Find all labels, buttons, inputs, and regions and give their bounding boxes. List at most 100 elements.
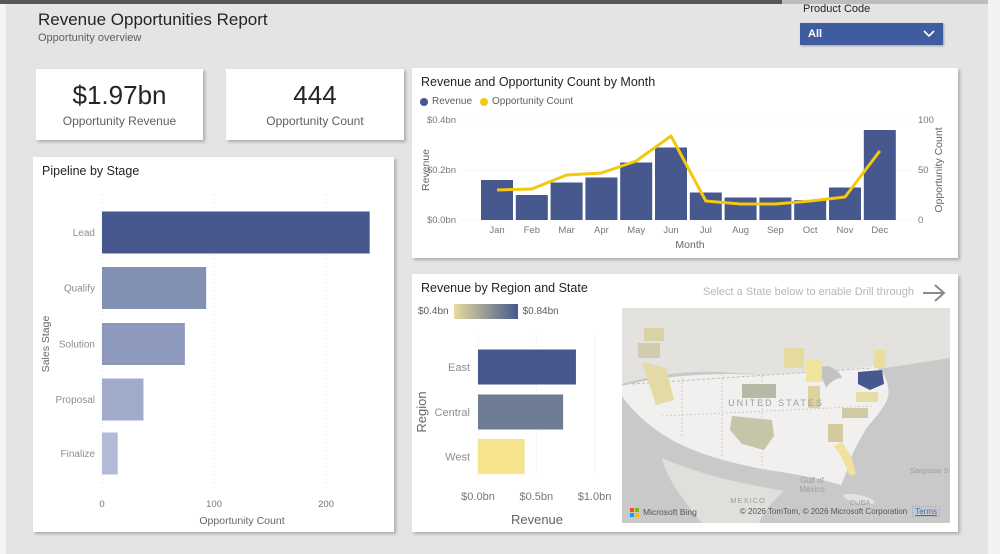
y-axis-title: Sales Stage [40, 316, 52, 373]
kpi-card-count: 444 Opportunity Count [226, 69, 404, 140]
month-label: May [627, 225, 645, 236]
revenue-bar-dec[interactable] [864, 130, 896, 220]
gradient-bar [454, 304, 518, 319]
pipeline-bar-finalize[interactable] [102, 433, 118, 475]
right-tick-label: 0 [918, 215, 923, 226]
category-label: Central [435, 407, 470, 419]
right-axis-title: Opportunity Count [933, 127, 945, 212]
revenue-bar-apr[interactable] [585, 178, 617, 221]
pipeline-chart-card: Pipeline by Stage 0 100 200 Lead Qualify Solu… [33, 157, 394, 532]
x-tick-label: $0.0bn [461, 491, 495, 503]
dropdown-selected-value: All [808, 28, 822, 40]
left-edge [0, 4, 6, 554]
left-tick-label: $0.4bn [427, 115, 456, 126]
gradient-min-label: $0.4bn [418, 306, 449, 317]
product-code-dropdown[interactable]: All [800, 23, 943, 45]
kpi-card-revenue: $1.97bn Opportunity Revenue [36, 69, 203, 140]
month-chart-legend: Revenue Opportunity Count [420, 96, 581, 107]
x-axis-title: Opportunity Count [199, 515, 284, 527]
category-label: Qualify [64, 284, 95, 295]
region-chart-title: Revenue by Region and State [421, 281, 588, 295]
revenue-bar-feb[interactable] [516, 195, 548, 220]
gradient-legend: $0.4bn $0.84bn [418, 304, 559, 319]
revenue-bar-sep[interactable] [759, 198, 791, 221]
bing-logo[interactable]: Microsoft Bing [630, 507, 697, 517]
pipeline-bar-solution[interactable] [102, 323, 185, 365]
revenue-legend-dot-icon [420, 98, 428, 106]
kpi-count-label: Opportunity Count [266, 114, 363, 128]
pipeline-chart-title: Pipeline by Stage [42, 164, 139, 178]
month-label: Sep [767, 225, 784, 236]
category-label: Solution [59, 340, 95, 351]
revenue-bar-aug[interactable] [725, 198, 757, 221]
gradient-max-label: $0.84bn [523, 306, 559, 317]
top-edge [0, 0, 782, 4]
month-label: Feb [524, 225, 540, 236]
x-axis-title: Month [675, 239, 704, 251]
region-bar-central[interactable] [478, 395, 563, 430]
legend-item-revenue[interactable]: Revenue [420, 96, 472, 107]
right-edge [988, 0, 1000, 554]
region-chart-card: Revenue by Region and State Select a Sta… [412, 274, 958, 532]
category-label: West [445, 452, 470, 464]
y-axis-title: Region [414, 391, 429, 432]
revenue-bar-nov[interactable] [829, 188, 861, 221]
pipeline-chart-svg: 0 100 200 Lead Qualify Solution Proposal Finali… [33, 187, 394, 532]
region-chart-svg: $0.0bn $0.5bn $1.0bn East Central West Revenue… [412, 334, 622, 532]
month-chart-card: Revenue and Opportunity Count by Month R… [412, 68, 958, 258]
x-tick-label: $0.5bn [519, 491, 553, 503]
kpi-revenue-value: $1.97bn [73, 81, 167, 111]
map-graphic [622, 308, 950, 523]
category-label: Finalize [61, 449, 96, 460]
month-label: Aug [732, 225, 749, 236]
x-tick-label: 0 [99, 499, 104, 510]
category-label: East [448, 362, 470, 374]
month-label: Nov [837, 225, 854, 236]
revenue-bar-mar[interactable] [551, 183, 583, 221]
chevron-down-icon [923, 30, 935, 38]
month-chart-title: Revenue and Opportunity Count by Month [421, 75, 655, 89]
product-code-label: Product Code [803, 3, 870, 15]
left-axis-title: Revenue [420, 149, 432, 191]
month-label: Mar [558, 225, 574, 236]
region-bar-west[interactable] [478, 439, 525, 474]
legend-count-label: Opportunity Count [492, 96, 573, 107]
revenue-bar-jan[interactable] [481, 180, 513, 220]
page-subtitle: Opportunity overview [38, 32, 141, 44]
right-tick-label: 100 [918, 115, 934, 126]
x-tick-label: $1.0bn [578, 491, 612, 503]
month-label: Jul [700, 225, 712, 236]
revenue-bar-jul[interactable] [690, 193, 722, 221]
terms-link[interactable]: Terms [912, 506, 940, 517]
revenue-bar-may[interactable] [620, 163, 652, 221]
month-label: Oct [803, 225, 818, 236]
category-label: Proposal [56, 395, 95, 406]
month-label: Jun [663, 225, 678, 236]
report-page: Revenue Opportunities Report Opportunity… [0, 0, 1000, 554]
attribution-text: © 2026 TomTom, © 2026 Microsoft Corporat… [740, 507, 907, 516]
x-tick-label: 100 [206, 499, 222, 510]
pipeline-bar-proposal[interactable] [102, 379, 143, 421]
map-attribution: © 2026 TomTom, © 2026 Microsoft Corporat… [740, 506, 940, 517]
right-tick-label: 50 [918, 165, 929, 176]
pipeline-bar-lead[interactable] [102, 212, 370, 254]
bing-logo-text: Microsoft Bing [643, 507, 697, 517]
region-bar-east[interactable] [478, 350, 576, 385]
legend-item-opportunity-count[interactable]: Opportunity Count [480, 96, 573, 107]
x-tick-label: 200 [318, 499, 334, 510]
left-tick-label: $0.0bn [427, 215, 456, 226]
month-label: Apr [594, 225, 609, 236]
month-label: Jan [489, 225, 504, 236]
kpi-count-value: 444 [293, 81, 336, 111]
page-title: Revenue Opportunities Report [38, 10, 268, 30]
us-states-map[interactable]: UNITED STATES Gulf of Mexico MEXICO CUBA… [622, 308, 950, 523]
drill-through-arrow-icon[interactable] [920, 282, 948, 304]
month-label: Dec [871, 225, 888, 236]
x-axis-title: Revenue [511, 512, 563, 527]
count-legend-dot-icon [480, 98, 488, 106]
microsoft-logo-icon [630, 508, 639, 517]
kpi-revenue-label: Opportunity Revenue [63, 114, 176, 128]
category-label: Lead [73, 228, 95, 239]
drill-through-hint: Select a State below to enable Drill thr… [703, 286, 914, 298]
pipeline-bar-qualify[interactable] [102, 267, 206, 309]
